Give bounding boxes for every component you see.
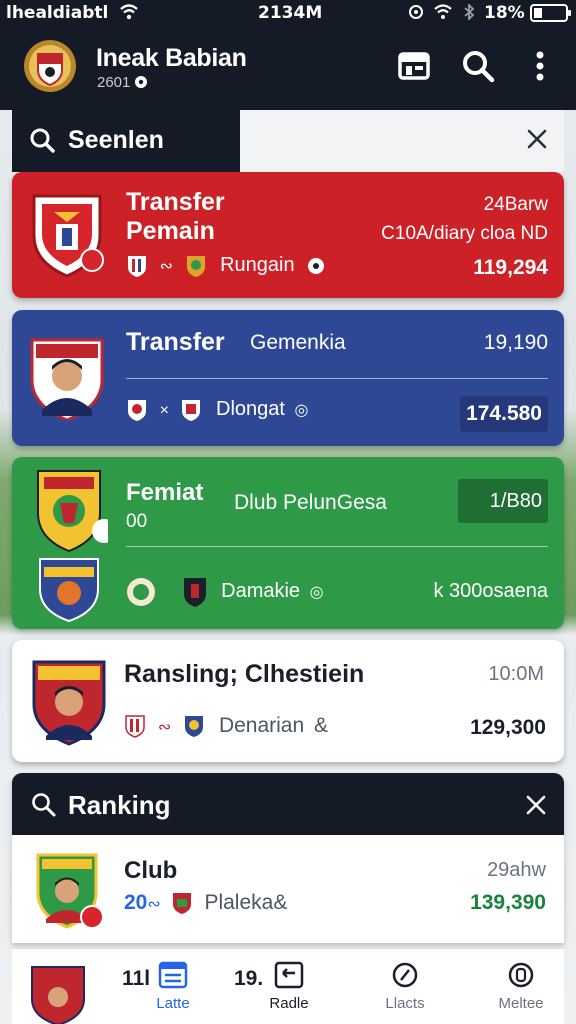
link-icon: & xyxy=(314,714,329,737)
card-title: Femiat xyxy=(126,479,204,506)
search-button[interactable] xyxy=(458,46,498,86)
card-subtitle: Dlub PelunGesa xyxy=(234,491,387,514)
player-photo xyxy=(36,853,104,929)
club-badge-icon xyxy=(128,256,146,277)
card-title: Transfer xyxy=(126,188,225,216)
close-icon[interactable] xyxy=(524,126,550,152)
transfer-card-red[interactable]: Transfer Pemain 24Barw C10A/diary cloa N… xyxy=(12,172,564,298)
club-badge-icon xyxy=(182,400,201,421)
row-title: Club xyxy=(124,857,178,884)
row-badge: 29ahw xyxy=(487,859,546,881)
card-badge: 10:0M xyxy=(488,663,544,685)
bluetooth-icon xyxy=(464,4,475,20)
app-logo xyxy=(24,40,76,92)
nav-item-latte[interactable]: Latte xyxy=(138,961,208,1012)
football-icon xyxy=(308,258,325,274)
club-crest-icon xyxy=(39,558,99,623)
ranking-row[interactable]: Club 20∾ Plaleka& 29ahw 139,390 xyxy=(12,835,564,943)
nav-item-radle[interactable]: Radle xyxy=(254,961,324,1012)
transfer-value: k 300osaena xyxy=(433,580,548,602)
transfer-card-blue[interactable]: Transfer Gemenkia 19,190 × Dlongat ◎ 174… xyxy=(12,310,564,446)
row-value: 139,390 xyxy=(470,891,546,914)
club-badge-icon xyxy=(183,578,206,607)
info-icon: ◎ xyxy=(294,402,309,420)
trend-icon: ∾ xyxy=(147,896,161,913)
ranking-panel: Ranking Club 20∾ Plaleka& 29ahw 139,390 xyxy=(12,773,564,943)
player-name: Denarian xyxy=(218,714,305,737)
transfer-value: 119,294 xyxy=(473,256,548,279)
search-icon[interactable] xyxy=(30,791,56,817)
vs-icon: ∾ xyxy=(157,719,172,736)
player-row: × Dlongat ◎ xyxy=(126,398,309,422)
player-photo xyxy=(31,966,85,1024)
club-badge-icon xyxy=(185,716,204,738)
card-info: C10A/diary cloa ND xyxy=(381,223,548,244)
card-badge: 24Barw xyxy=(483,194,548,215)
transfer-value: 129,300 xyxy=(470,716,546,739)
club-badge-icon xyxy=(125,715,145,739)
close-icon[interactable] xyxy=(524,793,548,817)
ranking-title: Ranking xyxy=(68,790,171,820)
search-bar: Seenlen xyxy=(12,110,564,172)
vs-icon: × xyxy=(159,402,169,420)
app-title: Ineak Babian xyxy=(96,44,247,72)
club-badge-icon xyxy=(127,578,155,606)
info-icon: ◎ xyxy=(309,584,324,602)
search-tab[interactable]: Seenlen xyxy=(12,110,240,172)
club-badge-icon xyxy=(186,256,205,277)
player-name: Rungain xyxy=(220,254,295,277)
player-row: ∾ Denarian & xyxy=(124,714,329,739)
status-bar: lhealdiabtl 2134M 18% xyxy=(0,0,576,26)
link-icon: & xyxy=(273,891,288,914)
vs-icon: ∾ xyxy=(159,258,173,276)
app-bar: Ineak Babian 2601 xyxy=(0,26,576,110)
back-box-icon xyxy=(274,961,304,989)
bottom-navigation: 11l 19. Latte Radle Llacts Meltee xyxy=(12,948,564,1024)
player-name: Plaleka xyxy=(204,891,274,914)
player-name: Dlongat xyxy=(216,398,285,421)
club-badge-icon xyxy=(128,400,146,421)
calendar-button[interactable] xyxy=(394,46,434,86)
player-name: Damakie xyxy=(221,580,301,603)
battery-percent: 18% xyxy=(484,3,525,23)
app-subtitle: 2601 xyxy=(97,74,148,91)
club-crest-icon xyxy=(32,194,104,278)
search-icon xyxy=(30,128,55,153)
divider xyxy=(126,378,548,379)
club-crest-icon xyxy=(37,470,108,553)
card-title-line2: Pemain xyxy=(126,217,215,245)
wifi-icon xyxy=(120,4,138,20)
card-top-value: 1/B80 xyxy=(458,479,548,523)
wifi-icon xyxy=(434,4,452,19)
card-title: Transfer xyxy=(126,328,225,356)
transfer-value: 174.580 xyxy=(460,396,548,432)
nav-item-meltee[interactable]: Meltee xyxy=(486,961,556,1012)
row-detail: 20∾ Plaleka& xyxy=(124,891,287,915)
search-label: Seenlen xyxy=(68,126,164,154)
player-row: ∾ Rungain xyxy=(126,254,326,278)
player-photo xyxy=(32,660,106,746)
ranking-card[interactable]: Ransling; Clhestiein 10:0M ∾ Denarian & … xyxy=(12,640,564,762)
ranking-header: Ranking xyxy=(12,773,564,835)
alarm-icon xyxy=(409,5,423,19)
list-icon xyxy=(158,961,188,989)
card-title: Ransling; Clhestiein xyxy=(124,660,365,688)
card-small-label: 00 xyxy=(126,511,148,532)
card-top-value: 19,190 xyxy=(483,331,548,354)
battery-icon xyxy=(530,4,571,22)
carrier-label: lhealdiabtl xyxy=(6,3,109,23)
more-menu-button[interactable] xyxy=(520,46,560,86)
player-photo xyxy=(30,338,104,420)
transfer-card-green[interactable]: Femiat 00 Dlub PelunGesa 1/B80 Damakie ◎… xyxy=(12,457,564,629)
nav-item-llacts[interactable]: Llacts xyxy=(370,961,440,1012)
clock: 2134M xyxy=(258,3,323,23)
football-icon xyxy=(135,76,148,88)
divider xyxy=(126,546,548,547)
club-badge-icon xyxy=(172,893,191,915)
profile-icon xyxy=(508,962,534,988)
compass-icon xyxy=(392,962,418,988)
rank-number: 20 xyxy=(124,891,148,914)
player-row: Damakie ◎ xyxy=(126,576,324,608)
card-subtitle: Gemenkia xyxy=(250,331,346,354)
